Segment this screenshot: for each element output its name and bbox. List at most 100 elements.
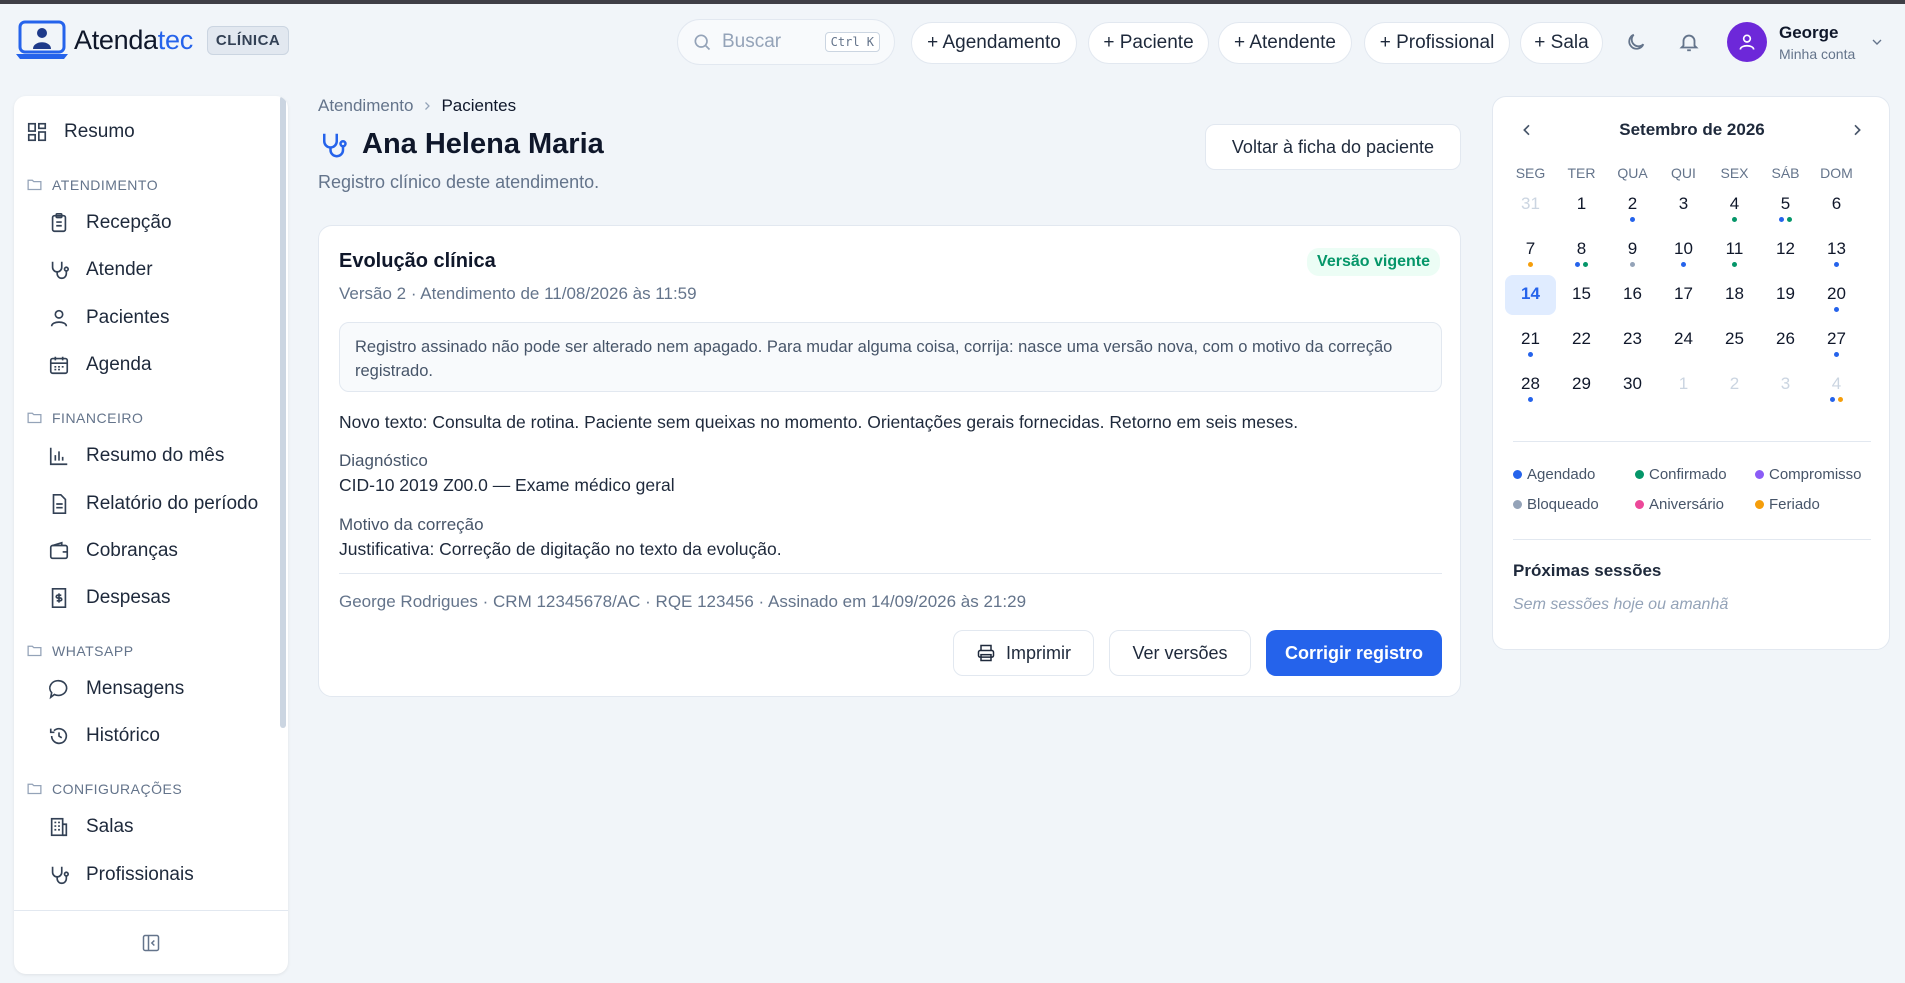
- user-menu[interactable]: George Minha conta: [1727, 22, 1885, 62]
- calendar-day[interactable]: 21: [1505, 320, 1556, 360]
- sidebar-item-cobrancas[interactable]: Cobranças: [48, 531, 178, 571]
- sidebar-item-historico[interactable]: Histórico: [48, 716, 160, 756]
- page-subtitle: Registro clínico deste atendimento.: [318, 172, 600, 192]
- calendar-day-number: 20: [1827, 284, 1846, 303]
- calendar-day[interactable]: 5: [1760, 185, 1811, 225]
- print-button[interactable]: Imprimir: [953, 630, 1094, 676]
- calendar-day[interactable]: 1: [1658, 365, 1709, 405]
- calendar-day-number: 15: [1572, 284, 1591, 303]
- event-dot-confirmado: [1732, 217, 1737, 222]
- correct-record-button[interactable]: Corrigir registro: [1266, 630, 1442, 676]
- calendar-day[interactable]: 23: [1607, 320, 1658, 360]
- folder-icon: [27, 783, 42, 795]
- event-dot-agendado: [1834, 307, 1839, 312]
- breadcrumb-link-atendimento[interactable]: Atendimento: [318, 96, 413, 116]
- calendar-day[interactable]: 25: [1709, 320, 1760, 360]
- breadcrumb-current: Pacientes: [441, 96, 517, 115]
- calendar-day[interactable]: 6: [1811, 185, 1862, 225]
- calendar-day[interactable]: 4: [1811, 365, 1862, 405]
- stethoscope-icon: [323, 133, 347, 157]
- calendar-day[interactable]: 13: [1811, 230, 1862, 270]
- add-room-button[interactable]: + Sala: [1520, 22, 1603, 64]
- calendar-day-number: 26: [1776, 329, 1795, 348]
- calendar-day-number: 19: [1776, 284, 1795, 303]
- calendar-day[interactable]: 7: [1505, 230, 1556, 270]
- next-month-button[interactable]: [1843, 116, 1871, 144]
- calendar-day-number: 12: [1776, 239, 1795, 258]
- sidebar-item-label: Mensagens: [86, 678, 185, 699]
- calendar-day-number: 2: [1729, 374, 1740, 393]
- calendar-day[interactable]: 4: [1709, 185, 1760, 225]
- calendar-day[interactable]: 2: [1607, 185, 1658, 225]
- sidebar-item-label: Agenda: [86, 354, 152, 375]
- calendar-day[interactable]: 3: [1760, 365, 1811, 405]
- calendar-day-number: 5: [1780, 194, 1791, 213]
- sidebar-scrollbar[interactable]: [280, 96, 286, 728]
- record-text: Novo texto: Consulta de rotina. Paciente…: [339, 412, 1299, 432]
- sidebar-item-pacientes[interactable]: Pacientes: [48, 298, 169, 338]
- top-bar: Atendatec CLÍNICA Buscar Ctrl K + Agenda…: [0, 4, 1905, 76]
- calendar-month: Setembro de 2026: [1619, 120, 1765, 139]
- calendar-day[interactable]: 22: [1556, 320, 1607, 360]
- calendar-day[interactable]: 12: [1760, 230, 1811, 270]
- calendar-day[interactable]: 10: [1658, 230, 1709, 270]
- chat-bubble-icon: [49, 679, 68, 700]
- calendar-day[interactable]: 15: [1556, 275, 1607, 315]
- calendar-day[interactable]: 30: [1607, 365, 1658, 405]
- sidebar-item-resumo-mes[interactable]: Resumo do mês: [48, 436, 224, 476]
- moon-icon: [1628, 33, 1645, 50]
- calendar-day[interactable]: 24: [1658, 320, 1709, 360]
- calendar-day[interactable]: 2: [1709, 365, 1760, 405]
- sidebar-item-mensagens[interactable]: Mensagens: [48, 669, 184, 709]
- calendar-day[interactable]: 11: [1709, 230, 1760, 270]
- event-dot-agendado: [1830, 397, 1835, 402]
- calendar-day[interactable]: 1: [1556, 185, 1607, 225]
- sidebar-item-agenda[interactable]: Agenda: [48, 345, 152, 385]
- view-versions-button[interactable]: Ver versões: [1109, 630, 1251, 676]
- sidebar-item-label: Atender: [86, 259, 153, 280]
- sidebar-item-salas[interactable]: Salas: [48, 807, 134, 847]
- add-patient-button[interactable]: + Paciente: [1088, 22, 1209, 64]
- collapse-sidebar-button[interactable]: [14, 910, 288, 974]
- calendar-day[interactable]: 28: [1505, 365, 1556, 405]
- calendar-day-number: 21: [1521, 329, 1540, 348]
- event-dot-agendado: [1834, 262, 1839, 267]
- calendar-day[interactable]: 3: [1658, 185, 1709, 225]
- back-to-patient-button[interactable]: Voltar à ficha do paciente: [1205, 124, 1461, 170]
- theme-toggle-button[interactable]: [1622, 28, 1650, 56]
- weekday-header: TER: [1567, 165, 1596, 181]
- calendar-day[interactable]: 14: [1505, 275, 1556, 315]
- notifications-button[interactable]: [1675, 28, 1703, 56]
- calendar-day[interactable]: 17: [1658, 275, 1709, 315]
- prev-month-button[interactable]: [1513, 116, 1541, 144]
- calendar-day[interactable]: 8: [1556, 230, 1607, 270]
- sidebar-item-despesas[interactable]: Despesas: [48, 578, 171, 618]
- dashboard-icon: [27, 122, 47, 142]
- sidebar-item-relatorio[interactable]: Relatório do período: [48, 484, 258, 524]
- legend-dot: [1755, 470, 1764, 479]
- add-attendant-button[interactable]: + Atendente: [1218, 22, 1352, 64]
- calendar-day[interactable]: 31: [1505, 185, 1556, 225]
- legend-dot: [1513, 470, 1522, 479]
- legend-dot: [1635, 500, 1644, 509]
- sidebar-item-recepcao[interactable]: Recepção: [48, 203, 172, 243]
- event-dot-agendado: [1528, 352, 1533, 357]
- avatar: [1727, 22, 1767, 62]
- calendar-day[interactable]: 16: [1607, 275, 1658, 315]
- calendar-day[interactable]: 19: [1760, 275, 1811, 315]
- add-appointment-button[interactable]: + Agendamento: [911, 22, 1077, 64]
- calendar-day[interactable]: 27: [1811, 320, 1862, 360]
- add-professional-button[interactable]: + Profissional: [1364, 22, 1510, 64]
- legend-label: Feriado: [1769, 496, 1820, 513]
- sidebar-item-resumo[interactable]: Resumo: [26, 112, 135, 152]
- calendar-day[interactable]: 20: [1811, 275, 1862, 315]
- calendar-day[interactable]: 18: [1709, 275, 1760, 315]
- sidebar-item-profissionais[interactable]: Profissionais: [48, 855, 194, 895]
- weekday-header: SEG: [1515, 165, 1546, 181]
- sidebar-item-atender[interactable]: Atender: [48, 250, 153, 290]
- app-logo[interactable]: Atendatec CLÍNICA: [14, 18, 290, 62]
- calendar-day[interactable]: 26: [1760, 320, 1811, 360]
- calendar-day[interactable]: 9: [1607, 230, 1658, 270]
- search-input[interactable]: Buscar Ctrl K: [677, 19, 895, 65]
- calendar-day[interactable]: 29: [1556, 365, 1607, 405]
